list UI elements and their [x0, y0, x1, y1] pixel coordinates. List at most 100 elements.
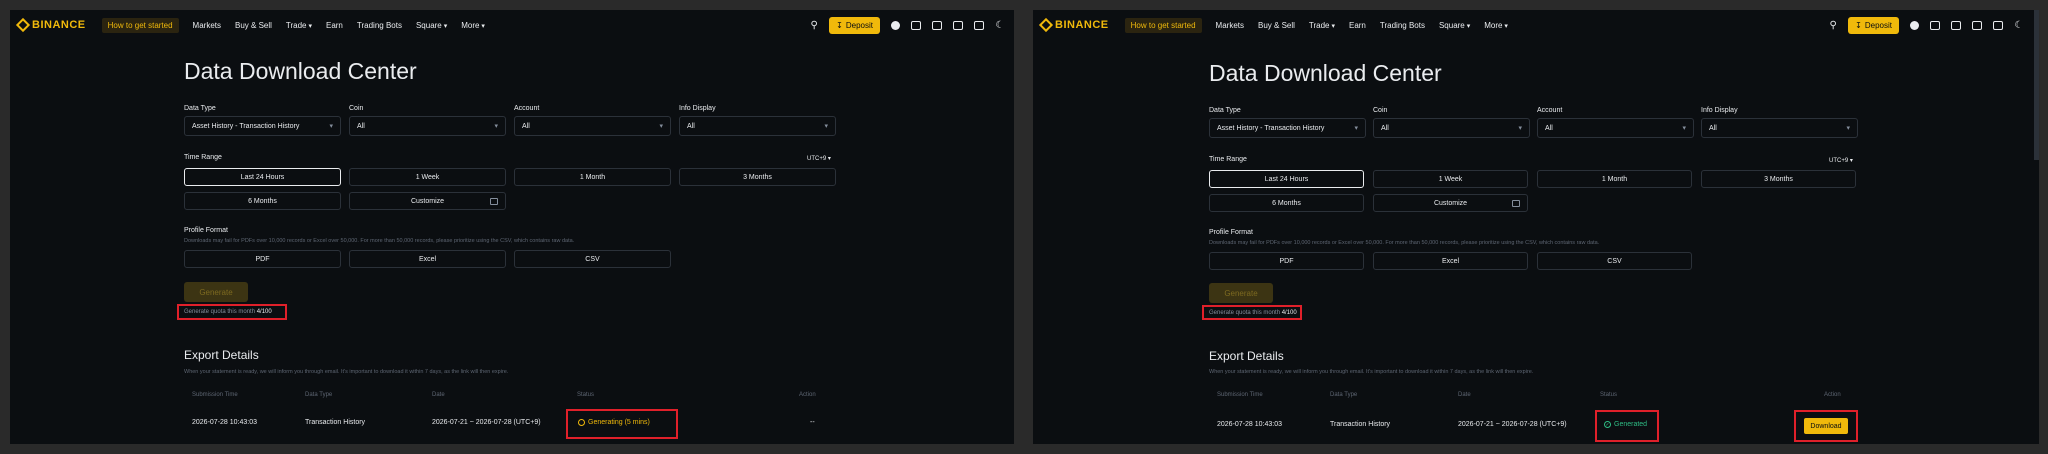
comparison-stage: BINANCE How to get started Markets Buy &… — [0, 0, 2048, 454]
row-data-type: Transaction History — [305, 419, 366, 426]
action-placeholder: -- — [810, 419, 815, 426]
data-type-label: Data Type — [1209, 107, 1241, 114]
format-excel[interactable]: Excel — [349, 250, 506, 268]
download-app-icon[interactable] — [952, 19, 964, 31]
nav-how-to-get-started[interactable]: How to get started — [101, 17, 179, 33]
time-6-months[interactable]: 6 Months — [1209, 194, 1364, 212]
format-excel[interactable]: Excel — [1373, 252, 1528, 270]
col-submission-time: Submission Time — [192, 392, 238, 398]
time-range-label: Time Range — [1209, 156, 1247, 163]
nav-earn[interactable]: Earn — [1349, 21, 1366, 30]
generate-button[interactable]: Generate — [1209, 283, 1273, 303]
format-csv[interactable]: CSV — [1537, 252, 1692, 270]
time-1-week[interactable]: 1 Week — [349, 168, 506, 186]
row-data-type: Transaction History — [1330, 421, 1391, 428]
time-6-months[interactable]: 6 Months — [184, 192, 341, 210]
nav-markets[interactable]: Markets — [193, 21, 221, 30]
deposit-button[interactable]: ↧ Deposit — [1848, 16, 1899, 34]
profile-format-hint: Downloads may fail for PDFs over 10,000 … — [1209, 240, 1600, 246]
search-icon[interactable]: ⚲ — [1827, 19, 1839, 31]
nav-how-to-get-started[interactable]: How to get started — [1124, 17, 1202, 33]
col-date: Date — [432, 392, 445, 398]
export-details-hint: When your statement is ready, we will in… — [1209, 369, 1534, 375]
nav-trading-bots[interactable]: Trading Bots — [1380, 21, 1425, 30]
format-pdf[interactable]: PDF — [1209, 252, 1364, 270]
main-nav: How to get started Markets Buy & Sell Tr… — [1124, 17, 1508, 33]
wallet-icon[interactable] — [1929, 19, 1941, 31]
search-icon[interactable]: ⚲ — [808, 19, 820, 31]
info-display-label: Info Display — [1701, 107, 1738, 114]
nav-square[interactable]: Square — [1439, 21, 1470, 30]
nav-buy-sell[interactable]: Buy & Sell — [235, 21, 272, 30]
nav-buy-sell[interactable]: Buy & Sell — [1258, 21, 1295, 30]
info-display-select[interactable]: All ▾ — [679, 116, 836, 136]
nav-square[interactable]: Square — [416, 21, 447, 30]
time-3-months[interactable]: 3 Months — [1701, 170, 1856, 188]
coin-select[interactable]: All ▾ — [349, 116, 506, 136]
profile-icon[interactable] — [889, 19, 901, 31]
time-3-months[interactable]: 3 Months — [679, 168, 836, 186]
format-csv[interactable]: CSV — [514, 250, 671, 268]
chevron-down-icon: ▾ — [824, 123, 828, 130]
account-select[interactable]: All ▾ — [1537, 118, 1694, 138]
col-date: Date — [1458, 392, 1471, 398]
language-icon[interactable] — [973, 19, 985, 31]
language-icon[interactable] — [1992, 19, 2004, 31]
time-last-24-hours[interactable]: Last 24 Hours — [1209, 170, 1364, 188]
nav-more[interactable]: More — [461, 21, 485, 30]
time-customize[interactable]: Customize — [1373, 194, 1528, 212]
row-submission-time: 2026-07-28 10:43:03 — [192, 419, 257, 426]
info-display-select[interactable]: All ▾ — [1701, 118, 1858, 138]
binance-logo[interactable]: BINANCE — [1038, 17, 1109, 33]
coin-select[interactable]: All ▾ — [1373, 118, 1530, 138]
nav-trade[interactable]: Trade — [286, 21, 312, 30]
binance-logo[interactable]: BINANCE — [15, 17, 86, 33]
export-details-title: Export Details — [184, 348, 259, 362]
data-type-select[interactable]: Asset History - Transaction History ▾ — [184, 116, 341, 136]
time-1-week[interactable]: 1 Week — [1373, 170, 1528, 188]
coin-label: Coin — [1373, 107, 1388, 114]
status-highlight-box — [1595, 410, 1659, 442]
wallet-icon[interactable] — [910, 19, 922, 31]
messages-icon[interactable] — [1950, 19, 1962, 31]
wallet-icon-shape — [911, 20, 921, 30]
time-1-month[interactable]: 1 Month — [514, 168, 671, 186]
left-screenshot: BINANCE How to get started Markets Buy &… — [0, 0, 1024, 454]
time-customize[interactable]: Customize — [349, 192, 506, 210]
nav-trade[interactable]: Trade — [1309, 21, 1335, 30]
theme-moon-icon[interactable]: ☾ — [994, 19, 1006, 31]
wallet-icon-shape — [1930, 20, 1940, 30]
export-details-title: Export Details — [1209, 349, 1284, 363]
time-1-month[interactable]: 1 Month — [1537, 170, 1692, 188]
nav-more[interactable]: More — [1484, 21, 1508, 30]
page-title: Data Download Center — [184, 58, 417, 84]
chevron-down-icon: ▾ — [1354, 125, 1358, 132]
nav-earn[interactable]: Earn — [326, 21, 343, 30]
data-type-select[interactable]: Asset History - Transaction History ▾ — [1209, 118, 1366, 138]
profile-icon[interactable] — [1908, 19, 1920, 31]
top-navbar: BINANCE How to get started Markets Buy &… — [1033, 10, 2039, 40]
action-highlight-box — [1794, 410, 1858, 442]
deposit-button[interactable]: ↧ Deposit — [829, 16, 880, 34]
messages-icon[interactable] — [931, 19, 943, 31]
col-data-type: Data Type — [305, 392, 333, 398]
coin-label: Coin — [349, 105, 364, 112]
theme-moon-icon[interactable]: ☾ — [2013, 19, 2025, 31]
binance-logo-icon — [1038, 17, 1054, 33]
row-date: 2026-07-21 ~ 2026-07-28 (UTC+9) — [432, 419, 541, 426]
account-select[interactable]: All ▾ — [514, 116, 671, 136]
page-screen: BINANCE How to get started Markets Buy &… — [10, 10, 1014, 444]
generate-button[interactable]: Generate — [184, 282, 248, 302]
timezone-select[interactable]: UTC+9 ▾ — [807, 155, 831, 162]
timezone-select[interactable]: UTC+9 ▾ — [1829, 157, 1853, 164]
nav-trading-bots[interactable]: Trading Bots — [357, 21, 402, 30]
quota-highlight-box — [1202, 305, 1302, 320]
binance-logo-icon — [15, 17, 31, 33]
time-last-24-hours[interactable]: Last 24 Hours — [184, 168, 341, 186]
format-pdf[interactable]: PDF — [184, 250, 341, 268]
nav-markets[interactable]: Markets — [1216, 21, 1244, 30]
col-data-type: Data Type — [1330, 392, 1358, 398]
download-app-icon[interactable] — [1971, 19, 1983, 31]
download-app-icon-shape — [1972, 20, 1982, 30]
account-label: Account — [1537, 107, 1563, 114]
